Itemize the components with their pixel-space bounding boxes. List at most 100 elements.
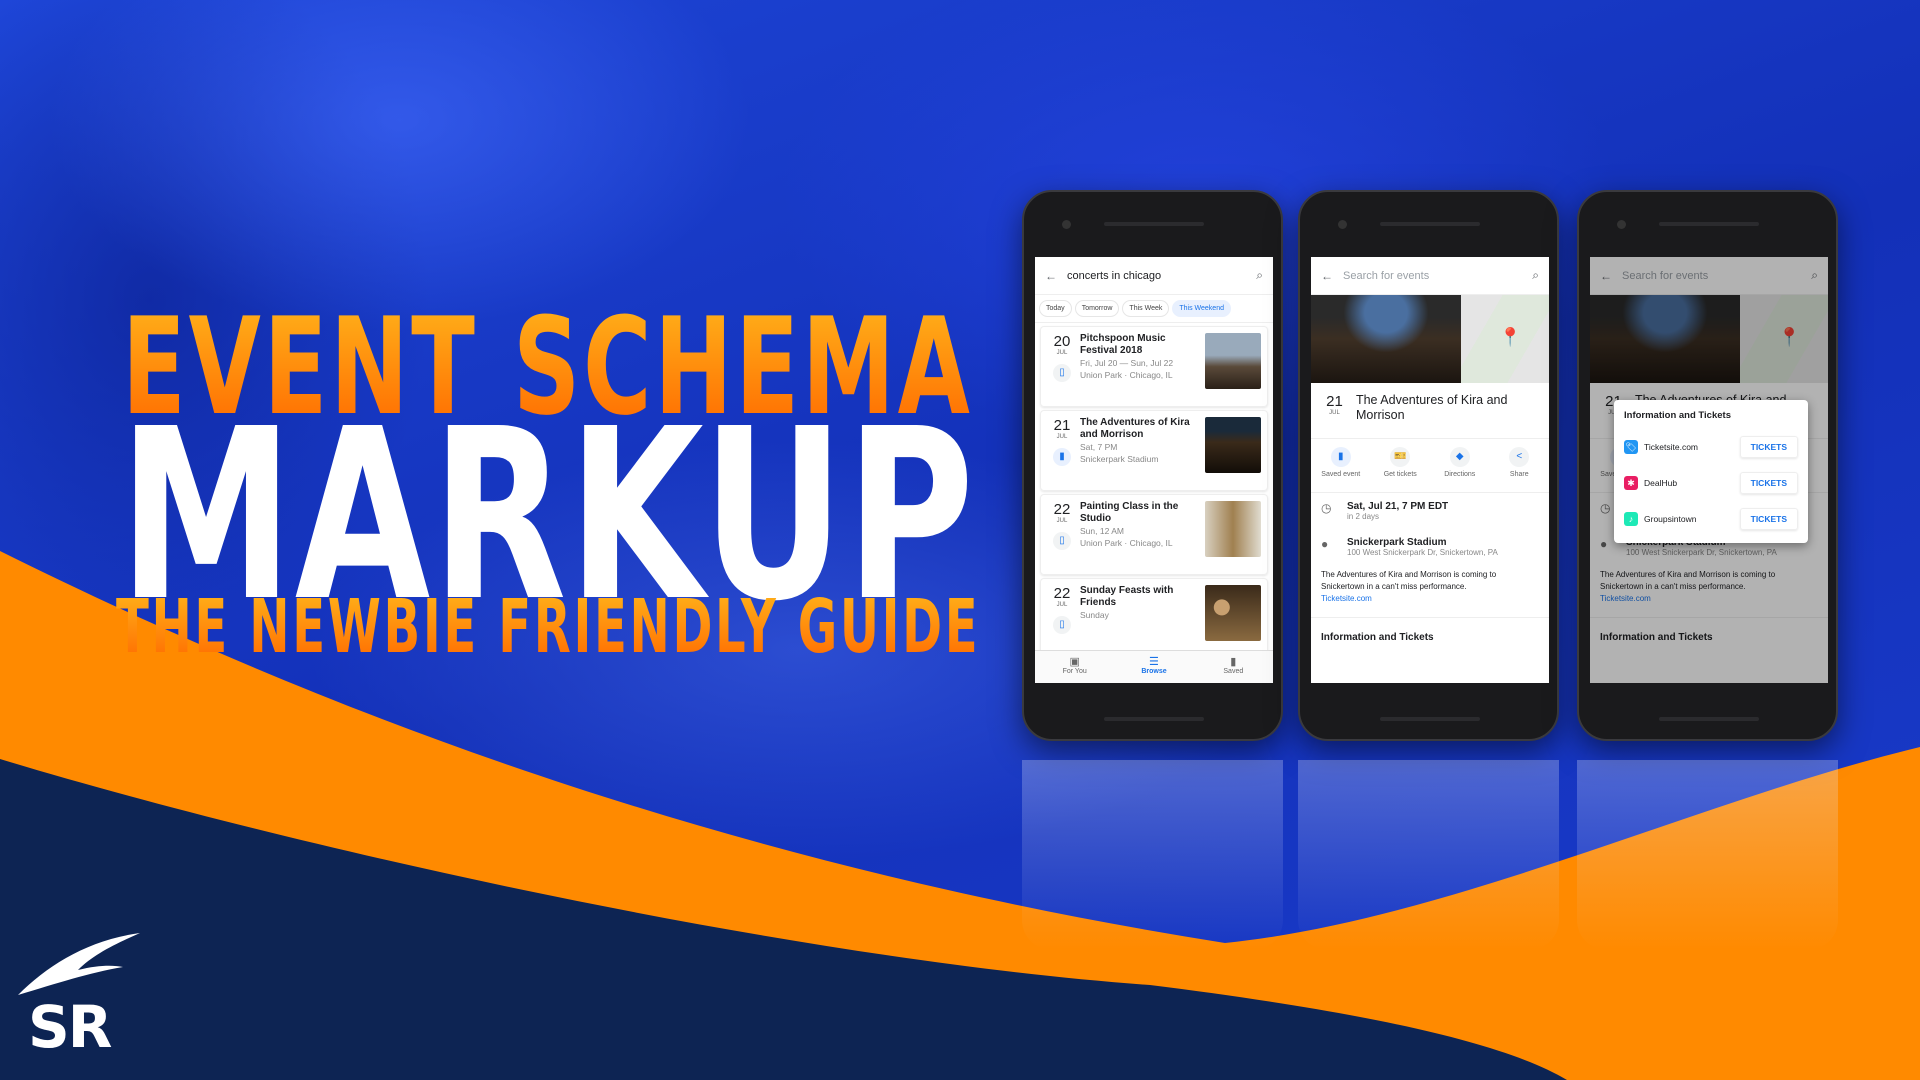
action-row: ▮Saved event 🎫Get tickets ◆Directions <S…: [1311, 439, 1549, 493]
event-day: 22: [1053, 501, 1071, 518]
event-datetime: ◷Sat, Jul 21, 7 PM EDTin 2 days: [1321, 501, 1449, 521]
clock-icon: ◷: [1321, 501, 1332, 515]
event-month: JUL: [1056, 434, 1068, 440]
saved-event-button[interactable]: ▮Saved event: [1311, 447, 1371, 484]
provider-name: Ticketsite.com: [1644, 442, 1699, 452]
ticket-provider: ♪ Groupsintown TICKETS: [1624, 501, 1798, 537]
bookmark-icon[interactable]: ▯: [1053, 364, 1071, 382]
rocket-swoosh-icon: [18, 933, 140, 995]
event-thumbnail: [1205, 333, 1261, 389]
event-month: JUL: [1056, 350, 1068, 356]
bookmark-icon: ▮: [1330, 447, 1351, 467]
event-date: Sunday: [1080, 610, 1109, 620]
event-card[interactable]: 22 JUL ▯ Sunday Feasts with Friends Sunday: [1040, 578, 1268, 659]
phone-reflection: [1022, 760, 1283, 950]
bookmark-icon: ▮: [1230, 656, 1237, 668]
event-card[interactable]: 21 JUL ▮ The Adventures of Kira and Morris…: [1040, 410, 1268, 491]
provider-logo-icon: ✱: [1624, 476, 1638, 490]
logo-text: SR: [28, 993, 112, 1061]
nav-for-you[interactable]: ▣ For You: [1035, 651, 1114, 683]
get-tickets-button[interactable]: 🎫Get tickets: [1371, 447, 1431, 484]
event-venue: Snickerpark Stadium: [1080, 454, 1159, 464]
event-date: Sat, 7 PM: [1080, 442, 1118, 452]
event-card[interactable]: 22 JUL ▯ Painting Class in the Studio Sun, …: [1040, 494, 1268, 575]
phone-reflection: [1577, 760, 1838, 950]
event-location: ●Snickerpark Stadium100 West Snickerpark…: [1321, 537, 1498, 557]
speaker: [1104, 717, 1204, 721]
camera: [1062, 220, 1071, 229]
phone-search-results: ← concerts in chicago ⌕ Today Tomorrow T…: [1022, 190, 1283, 741]
event-month: JUL: [1056, 602, 1068, 608]
search-icon[interactable]: ⌕: [1532, 268, 1539, 283]
phone-reflection: [1298, 760, 1559, 950]
screen: ← Search for events ⌕ 📍 21JUL The Advent…: [1590, 257, 1828, 683]
phone-tickets-dialog: ← Search for events ⌕ 📍 21JUL The Advent…: [1577, 190, 1838, 741]
provider-logo-icon: 🏷: [1624, 440, 1638, 454]
sr-logo: SR: [18, 925, 143, 1061]
share-button[interactable]: <Share: [1490, 447, 1550, 484]
tickets-button[interactable]: TICKETS: [1739, 436, 1798, 458]
event-card[interactable]: 20 JUL ▯ Pitchspoon Music Festival 2018 Fri…: [1040, 326, 1268, 407]
ticketsite-link[interactable]: Ticketsite.com: [1321, 594, 1372, 603]
map-pin-icon: 📍: [1499, 327, 1522, 347]
event-title: The Adventures of Kira and Morrison: [1080, 417, 1190, 440]
event-date: Fri, Jul 20 — Sun, Jul 22: [1080, 358, 1174, 368]
phone-event-detail: ← Search for events ⌕ 📍 21 JUL The Advent…: [1298, 190, 1559, 741]
bookmark-icon[interactable]: ▮: [1053, 448, 1071, 466]
back-arrow-icon[interactable]: ←: [1321, 269, 1333, 283]
search-input[interactable]: concerts in chicago: [1067, 270, 1246, 282]
event-map[interactable]: 📍: [1461, 295, 1549, 383]
event-title: The Adventures of Kira and Morrison: [1355, 393, 1508, 422]
list-icon: ☰: [1149, 656, 1159, 668]
event-description: The Adventures of Kira and Morrison is c…: [1311, 565, 1549, 618]
event-month: JUL: [1056, 518, 1068, 524]
provider-logo-icon: ♪: [1624, 512, 1638, 526]
nav-saved[interactable]: ▮ Saved: [1194, 651, 1273, 683]
chip-today[interactable]: Today: [1039, 300, 1072, 317]
bottom-nav: ▣ For You ☰ Browse ▮ Saved: [1035, 650, 1273, 683]
event-title: Pitchspoon Music Festival 2018: [1080, 333, 1166, 356]
event-title: Painting Class in the Studio: [1080, 501, 1179, 524]
tickets-dialog: Information and Tickets 🏷 Ticketsite.com T…: [1614, 400, 1808, 543]
event-day: 22: [1053, 585, 1071, 602]
search-bar[interactable]: ← Search for events ⌕: [1311, 257, 1549, 295]
share-icon: <: [1509, 447, 1530, 467]
event-photo: [1311, 295, 1461, 383]
chip-this-week[interactable]: This Week: [1122, 300, 1170, 317]
for-you-icon: ▣: [1069, 656, 1080, 668]
directions-button[interactable]: ◆Directions: [1430, 447, 1490, 484]
event-title-block: 21JUL The Adventures of Kira and Morriso…: [1311, 383, 1549, 439]
chip-this-weekend[interactable]: This Weekend: [1172, 300, 1231, 317]
event-venue: Union Park · Chicago, IL: [1080, 538, 1173, 548]
event-thumbnail: [1205, 501, 1261, 557]
ticket-provider: 🏷 Ticketsite.com TICKETS: [1624, 429, 1798, 465]
event-month: JUL: [1329, 410, 1340, 416]
event-title: Sunday Feasts with Friends: [1080, 585, 1174, 608]
ticket-icon: 🎫: [1390, 447, 1411, 467]
ticket-provider: ✱ DealHub TICKETS: [1624, 465, 1798, 501]
event-day: 20: [1053, 333, 1071, 350]
speaker: [1104, 222, 1204, 226]
search-input[interactable]: Search for events: [1343, 270, 1522, 282]
back-arrow-icon[interactable]: ←: [1045, 269, 1057, 283]
date-filter-chips: Today Tomorrow This Week This Weekend: [1035, 295, 1273, 323]
provider-name: Groupsintown: [1644, 514, 1697, 524]
dialog-title: Information and Tickets: [1624, 410, 1731, 421]
tickets-button[interactable]: TICKETS: [1739, 508, 1798, 530]
event-day: 21: [1326, 393, 1343, 410]
bookmark-icon[interactable]: ▯: [1053, 532, 1071, 550]
event-day: 21: [1053, 417, 1071, 434]
search-bar[interactable]: ← concerts in chicago ⌕: [1035, 257, 1273, 295]
screen: ← Search for events ⌕ 📍 21JUL The Advent…: [1311, 257, 1549, 683]
info-tickets-heading[interactable]: Information and Tickets: [1311, 618, 1549, 657]
nav-browse[interactable]: ☰ Browse: [1114, 651, 1193, 683]
tickets-button[interactable]: TICKETS: [1739, 472, 1798, 494]
event-thumbnail: [1205, 417, 1261, 473]
event-date: Sun, 12 AM: [1080, 526, 1124, 536]
chip-tomorrow[interactable]: Tomorrow: [1074, 300, 1120, 317]
provider-name: DealHub: [1644, 478, 1678, 488]
event-thumbnail: [1205, 585, 1261, 641]
search-icon[interactable]: ⌕: [1256, 268, 1263, 283]
bookmark-icon[interactable]: ▯: [1053, 616, 1071, 634]
event-hero: 📍: [1311, 295, 1549, 383]
